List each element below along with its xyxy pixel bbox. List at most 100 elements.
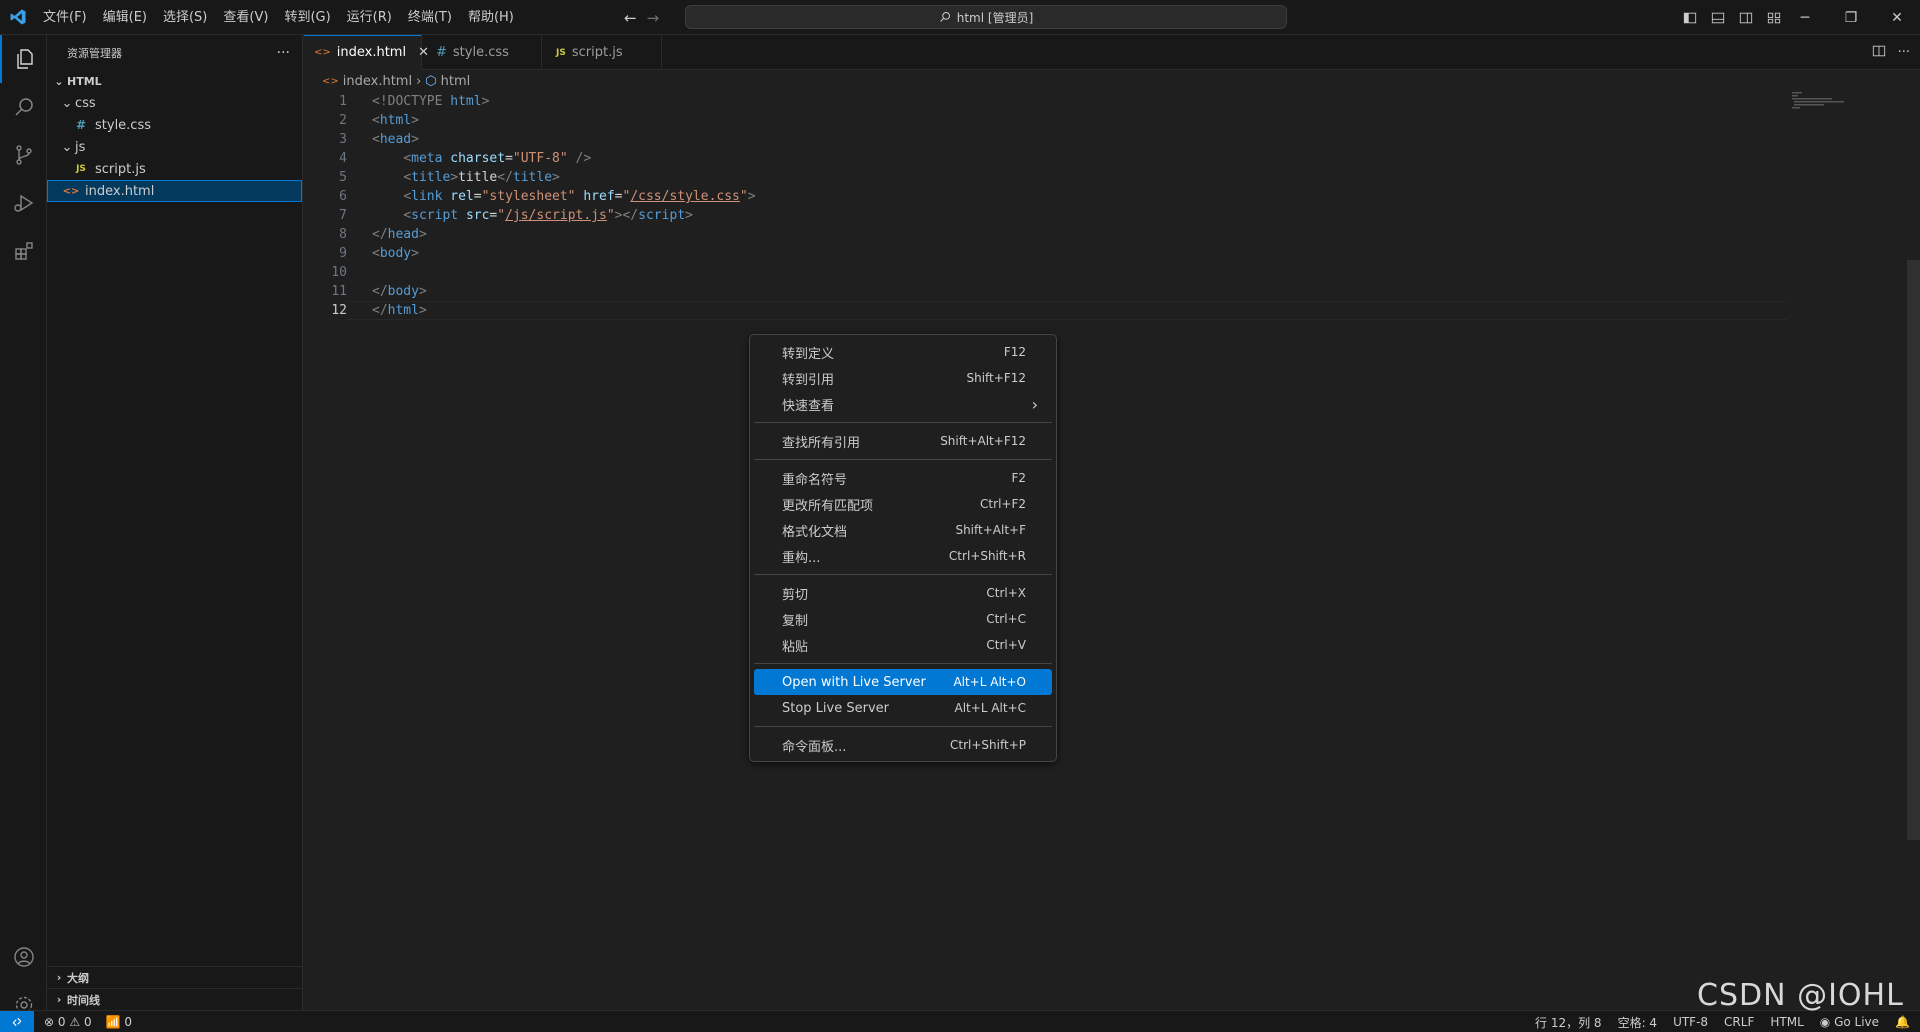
folder-css[interactable]: ⌄ css [47, 92, 302, 114]
notifications-bell-icon[interactable]: 🔔 [1895, 1015, 1910, 1029]
timeline-section[interactable]: › 时间线 [47, 988, 303, 1010]
menu-item-shortcut: Ctrl+Shift+R [948, 549, 1026, 563]
command-center-search[interactable]: html [管理员] [685, 5, 1287, 29]
js-file-icon: JS [76, 164, 86, 174]
menu-item-find-all-references[interactable]: 查找所有引用 Shift+Alt+F12 [754, 428, 1052, 454]
minimap[interactable] [1792, 92, 1852, 112]
menu-item-change-all-occurrences[interactable]: 更改所有匹配项 Ctrl+F2 [754, 491, 1052, 517]
menu-item-label: 重命名符号 [782, 472, 848, 488]
code-token: head [387, 227, 419, 242]
code-token: link [411, 189, 443, 204]
end-of-line[interactable]: CRLF [1724, 1015, 1754, 1029]
menu-item-copy[interactable]: 复制 Ctrl+C [754, 606, 1052, 632]
language-mode[interactable]: HTML [1770, 1015, 1803, 1029]
menu-terminal[interactable]: 终端(T) [400, 0, 460, 35]
menu-item-go-to-references[interactable]: 转到引用 Shift+F12 [754, 365, 1052, 391]
menu-item-peek[interactable]: 快速查看 › [754, 391, 1052, 417]
source-control-icon[interactable] [0, 131, 47, 179]
breadcrumb-file[interactable]: index.html [343, 74, 412, 89]
code-token: html [450, 94, 482, 109]
menu-item-format-document[interactable]: 格式化文档 Shift+Alt+F [754, 517, 1052, 543]
code-token: script [411, 208, 459, 223]
chevron-right-icon: › [56, 993, 62, 1006]
toggle-primary-sidebar-icon[interactable] [1680, 8, 1700, 28]
line-number: 3 [339, 132, 347, 147]
menu-item-rename-symbol[interactable]: 重命名符号 F2 [754, 465, 1052, 491]
code-editor[interactable]: 1 <!DOCTYPE html> 2 <html> 3 <head> 4 <m… [304, 92, 1784, 320]
code-token: head [379, 132, 412, 147]
command-center-label: html [管理员] [956, 10, 1034, 25]
problems-indicator[interactable]: ⊗ 0 ⚠ 0 [44, 1015, 92, 1029]
breadcrumb-symbol[interactable]: html [441, 74, 471, 89]
menu-run[interactable]: 运行(R) [339, 0, 400, 35]
remote-indicator-icon[interactable] [0, 1010, 34, 1032]
explorer-header: 资源管理器 ··· [47, 35, 302, 70]
tab-script-js[interactable]: JS script.js [542, 35, 662, 70]
menu-go[interactable]: 转到(G) [276, 0, 338, 35]
menu-item-command-palette[interactable]: 命令面板... Ctrl+Shift+P [754, 732, 1052, 758]
code-token: rel [450, 189, 474, 204]
back-arrow-icon[interactable]: ← [624, 9, 637, 27]
code-token: "UTF-8" [512, 151, 568, 166]
status-left: ⊗ 0 ⚠ 0 📶 0 [34, 1015, 132, 1029]
close-window-icon[interactable]: ✕ [1874, 0, 1920, 35]
menu-item-cut[interactable]: 剪切 Ctrl+X [754, 580, 1052, 606]
menu-item-paste[interactable]: 粘贴 Ctrl+V [754, 632, 1052, 658]
code-token: src [465, 208, 490, 223]
extensions-icon[interactable] [0, 227, 47, 275]
menu-item-label: 命令面板... [782, 739, 847, 755]
file-style-css[interactable]: # style.css [47, 114, 302, 136]
line-number: 12 [331, 303, 347, 318]
go-live-button[interactable]: ◉ Go Live [1820, 1015, 1879, 1029]
tab-style-css[interactable]: # style.css [422, 35, 542, 70]
toggle-secondary-sidebar-icon[interactable] [1736, 8, 1756, 28]
more-editor-actions-icon[interactable]: ··· [1898, 45, 1910, 60]
minimize-icon[interactable]: ─ [1782, 0, 1828, 35]
folder-root[interactable]: ⌄ HTML [47, 70, 302, 92]
split-editor-icon[interactable] [1872, 44, 1886, 62]
code-line: 4 <meta charset="UTF-8" /> [304, 149, 1784, 168]
status-right: 行 12，列 8 空格: 4 UTF-8 CRLF HTML ◉ Go Live… [1535, 1011, 1910, 1032]
menu-item-go-to-definition[interactable]: 转到定义 F12 [754, 339, 1052, 365]
vertical-scrollbar[interactable] [1907, 260, 1920, 840]
indentation[interactable]: 空格: 4 [1618, 1014, 1658, 1031]
more-actions-icon[interactable]: ··· [277, 45, 290, 61]
menu-item-label: 更改所有匹配项 [782, 498, 874, 514]
menu-edit[interactable]: 编辑(E) [95, 0, 155, 35]
line-number: 9 [339, 246, 347, 261]
menu-item-open-with-live-server[interactable]: Open with Live Server Alt+L Alt+O [754, 669, 1052, 695]
menu-item-stop-live-server[interactable]: Stop Live Server Alt+L Alt+C [754, 695, 1052, 721]
code-link[interactable]: /css/style.css [630, 189, 740, 204]
menu-help[interactable]: 帮助(H) [460, 0, 522, 35]
toggle-panel-icon[interactable] [1708, 8, 1728, 28]
explorer-icon[interactable] [0, 35, 47, 83]
run-debug-icon[interactable] [0, 179, 47, 227]
code-link[interactable]: /js/script.js [505, 208, 607, 223]
restore-icon[interactable]: ❐ [1828, 0, 1874, 35]
ports-indicator[interactable]: 📶 0 [106, 1015, 132, 1029]
menu-separator [754, 459, 1052, 460]
tab-label: script.js [571, 45, 623, 60]
code-token: meta [411, 151, 443, 166]
menu-view[interactable]: 查看(V) [215, 0, 276, 35]
menu-item-refactor[interactable]: 重构... Ctrl+Shift+R [754, 543, 1052, 569]
forward-arrow-icon[interactable]: → [647, 9, 660, 27]
file-script-js[interactable]: JS script.js [47, 158, 302, 180]
menu-file[interactable]: 文件(F) [35, 0, 95, 35]
search-activity-icon[interactable] [0, 83, 47, 131]
accounts-icon[interactable] [0, 933, 47, 981]
html-file-icon: <> [62, 185, 80, 197]
file-index-html[interactable]: <> index.html [47, 180, 302, 202]
customize-layout-icon[interactable] [1764, 8, 1784, 28]
menu-item-label: 快速查看 [782, 398, 835, 414]
code-line: 5 <title>title</title> [304, 168, 1784, 187]
folder-js[interactable]: ⌄ js [47, 136, 302, 158]
menu-selection[interactable]: 选择(S) [155, 0, 215, 35]
encoding[interactable]: UTF-8 [1673, 1015, 1708, 1029]
editor-tabs: <> index.html ✕ # style.css JS script.js… [304, 35, 1920, 70]
outline-section[interactable]: › 大纲 [47, 966, 303, 988]
tab-index-html[interactable]: <> index.html ✕ [304, 35, 429, 70]
chevron-right-icon: › [1031, 394, 1038, 414]
menu-item-label: 查找所有引用 [782, 435, 861, 451]
cursor-position[interactable]: 行 12，列 8 [1535, 1014, 1602, 1031]
